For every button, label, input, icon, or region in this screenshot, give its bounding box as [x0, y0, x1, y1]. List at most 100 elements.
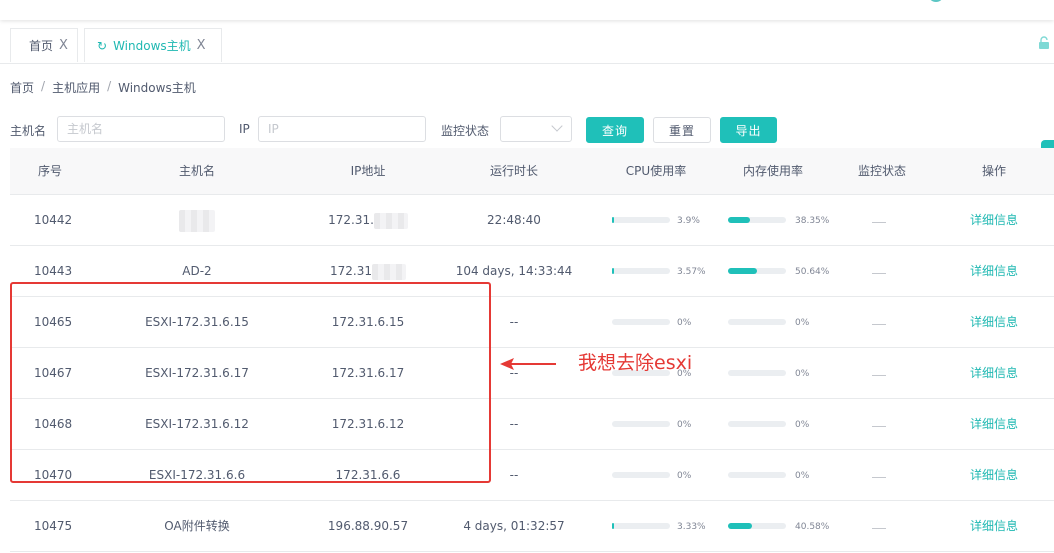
cpu-usage-bar — [612, 319, 670, 325]
table-row: 10442 172.31. 22:48:40 3.9% 38.35% 详细信息 — [10, 195, 1054, 246]
details-link[interactable]: 详细信息 — [934, 501, 1054, 551]
cpu-usage-fill — [612, 523, 614, 529]
annotation-note: 我想去除esxi — [578, 352, 693, 374]
tab-bar: 首页 X ↻ Windows主机 X — [0, 28, 1054, 64]
column-header-actions: 操作 — [981, 164, 1006, 178]
details-link[interactable]: 详细信息 — [934, 450, 1054, 500]
monitor-status-indicator — [872, 273, 886, 274]
status-filter-label: 监控状态 — [441, 124, 490, 138]
details-link[interactable]: 详细信息 — [934, 348, 1054, 398]
memory-usage-bar — [728, 370, 786, 376]
cpu-usage-fill — [612, 217, 615, 223]
monitor-status-indicator — [872, 426, 886, 427]
memory-usage-bar — [728, 523, 786, 529]
tab-home-label: 首页 — [29, 39, 54, 53]
cpu-usage-label: 3.57% — [677, 267, 706, 277]
ip-filter-label: IP — [239, 122, 250, 136]
details-link-label[interactable]: 详细信息 — [970, 468, 1018, 482]
lock-icon[interactable] — [1038, 36, 1050, 50]
chevron-down-icon — [551, 120, 563, 132]
row-ip-text: 172.31 — [330, 264, 372, 278]
export-button[interactable]: 导出 — [720, 117, 777, 143]
cpu-usage-label: 0% — [677, 318, 692, 328]
details-link[interactable]: 详细信息 — [934, 297, 1054, 347]
column-header-ip[interactable]: IP地址 — [308, 148, 428, 194]
annotation-arrow-icon — [500, 358, 556, 370]
row-ip-redacted — [373, 212, 408, 229]
avatar[interactable] — [928, 0, 944, 2]
monitor-status-indicator — [872, 324, 886, 325]
ip-input[interactable] — [258, 116, 426, 142]
breadcrumb-home[interactable]: 首页 — [10, 79, 34, 96]
memory-usage-label: 0% — [795, 420, 810, 430]
row-hostname: OA附件转换 — [164, 519, 230, 533]
row-ip: 172.31. — [308, 195, 428, 245]
details-link-label[interactable]: 详细信息 — [970, 213, 1018, 227]
column-header-cpu[interactable]: CPU使用率 — [596, 148, 716, 194]
cpu-usage-bar — [612, 421, 670, 427]
memory-usage-bar — [728, 319, 786, 325]
breadcrumb-separator: / — [107, 79, 112, 93]
column-header-uptime[interactable]: 运行时长 — [454, 148, 574, 194]
row-ip-text: 172.31. — [328, 213, 374, 227]
memory-usage-bar — [728, 268, 786, 274]
details-link-label[interactable]: 详细信息 — [970, 519, 1018, 533]
memory-usage-bar — [728, 421, 786, 427]
column-header-memory[interactable]: 内存使用率 — [713, 148, 833, 194]
cpu-usage-label: 0% — [677, 420, 692, 430]
memory-usage-label: 0% — [795, 318, 810, 328]
refresh-icon: ↻ — [97, 38, 108, 53]
memory-usage-fill — [728, 523, 752, 529]
details-link-label[interactable]: 详细信息 — [970, 366, 1018, 380]
cpu-usage-bar — [612, 268, 670, 274]
row-uptime: 22:48:40 — [487, 213, 541, 227]
row-index: 10475 — [34, 519, 73, 533]
row-ip: 196.88.90.57 — [327, 519, 409, 533]
row-uptime: 4 days, 01:32:57 — [463, 519, 565, 533]
cpu-usage-label: 3.33% — [677, 522, 706, 532]
monitor-status-indicator — [872, 222, 886, 223]
breadcrumb: 首页 / 主机应用 / Windows主机 — [10, 79, 196, 96]
query-button[interactable]: 查询 — [586, 117, 644, 143]
tab-windows-hosts-label: Windows主机 — [113, 39, 191, 53]
memory-usage-label: 0% — [795, 471, 810, 481]
monitor-status-indicator — [872, 477, 886, 478]
details-link[interactable]: 详细信息 — [934, 195, 1054, 245]
memory-usage-bar — [728, 217, 786, 223]
cpu-usage-bar — [612, 523, 670, 529]
details-link[interactable]: 详细信息 — [934, 246, 1054, 296]
memory-usage-label: 50.64% — [795, 267, 830, 277]
hostname-filter-label: 主机名 — [10, 124, 47, 138]
cpu-usage-label: 3.9% — [677, 216, 700, 226]
monitor-status-indicator — [872, 375, 886, 376]
tab-windows-hosts[interactable]: ↻ Windows主机 X — [84, 28, 222, 62]
details-link[interactable]: 详细信息 — [934, 399, 1054, 449]
memory-usage-label: 0% — [795, 369, 810, 379]
reset-button[interactable]: 重置 — [653, 117, 711, 143]
details-link-label[interactable]: 详细信息 — [970, 264, 1018, 278]
column-header-monitor-status[interactable]: 监控状态 — [822, 148, 942, 194]
memory-usage-bar — [728, 472, 786, 478]
close-icon[interactable]: X — [59, 38, 68, 53]
status-select[interactable] — [500, 116, 572, 142]
memory-usage-fill — [728, 268, 758, 274]
details-link-label[interactable]: 详细信息 — [970, 315, 1018, 329]
row-index: 10442 — [34, 213, 73, 227]
annotation-highlight-box — [10, 282, 491, 483]
table-row: 10475 OA附件转换 196.88.90.57 4 days, 01:32:57 3… — [10, 501, 1054, 552]
cpu-usage-bar — [612, 472, 670, 478]
cpu-usage-label: 0% — [677, 471, 692, 481]
memory-usage-label: 38.35% — [795, 216, 830, 226]
cpu-usage-bar — [612, 217, 670, 223]
breadcrumb-windows-hosts: Windows主机 — [118, 81, 196, 95]
hostname-input[interactable] — [57, 116, 225, 142]
table-header: 序号 主机名 IP地址 运行时长 CPU使用率 内存使用率 监控状态 操作 — [10, 148, 1054, 195]
details-link-label[interactable]: 详细信息 — [970, 417, 1018, 431]
column-header-index[interactable]: 序号 — [10, 148, 90, 194]
tab-bar-divider — [0, 63, 1054, 64]
close-icon[interactable]: X — [197, 38, 206, 53]
memory-usage-label: 40.58% — [795, 522, 830, 532]
breadcrumb-host-apps[interactable]: 主机应用 — [52, 79, 100, 96]
tab-home[interactable]: 首页 X — [10, 28, 78, 62]
column-header-hostname[interactable]: 主机名 — [137, 148, 257, 194]
